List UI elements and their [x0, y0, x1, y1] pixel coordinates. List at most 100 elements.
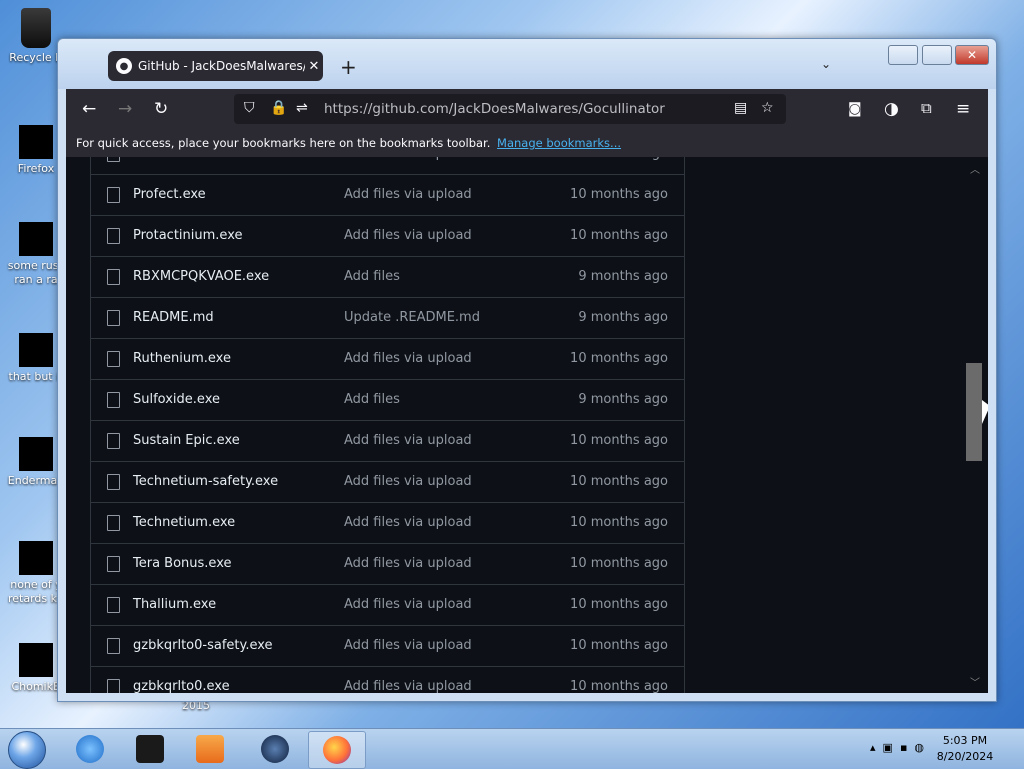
- clock-time: 5:03 PM: [942, 734, 988, 747]
- browser-window: ● GitHub - JackDoesMalwares/Go ✕ + ⌄ ✕ ←…: [57, 38, 997, 702]
- tray-icons[interactable]: ▴ ▣ ▪ ◍: [870, 741, 924, 754]
- file-icon: [107, 392, 120, 408]
- title-bar[interactable]: ● GitHub - JackDoesMalwares/Go ✕ + ⌄ ✕: [58, 39, 996, 89]
- file-row[interactable]: Sustain Epic.exe Add files via upload 10 m…: [91, 421, 684, 462]
- page-content: Monoxidex64.exe Add files via upload 10 mo…: [66, 157, 988, 693]
- account-icon[interactable]: ◑: [884, 99, 899, 119]
- file-row[interactable]: RBXMCPQKVAOE.exe Add files 9 months ago: [91, 257, 684, 298]
- permissions-icon[interactable]: ⇌: [296, 100, 308, 116]
- commit-age: 10 months ago: [570, 433, 668, 448]
- commit-message-link[interactable]: Add files via upload: [344, 556, 472, 571]
- file-name-link[interactable]: Sulfoxide.exe: [133, 392, 220, 407]
- file-name-link[interactable]: Profect.exe: [133, 187, 206, 202]
- file-name-link[interactable]: Technetium-safety.exe: [133, 474, 278, 489]
- file-name-link[interactable]: Thallium.exe: [133, 597, 216, 612]
- file-name-link[interactable]: Protactinium.exe: [133, 228, 243, 243]
- scrollbar-thumb[interactable]: [966, 363, 982, 461]
- taskbar-internet-explorer[interactable]: [62, 731, 118, 767]
- file-icon: [107, 556, 120, 572]
- scroll-up-arrow-icon[interactable]: ︿: [970, 161, 980, 176]
- lock-icon[interactable]: 🔒: [270, 100, 287, 116]
- reader-view-icon[interactable]: ▤: [734, 100, 747, 116]
- media-player-icon: [196, 735, 224, 763]
- commit-message-link[interactable]: Update .README.md: [344, 310, 480, 325]
- taskbar-app-black[interactable]: [122, 731, 178, 767]
- file-name-link[interactable]: Tera Bonus.exe: [133, 556, 232, 571]
- pocket-icon[interactable]: ◙: [848, 101, 862, 117]
- commit-message-link[interactable]: Add files: [344, 392, 400, 407]
- file-icon: [107, 157, 120, 162]
- new-tab-button[interactable]: +: [340, 55, 357, 79]
- file-icon: [107, 351, 120, 367]
- file-icon: [107, 228, 120, 244]
- extensions-icon[interactable]: ⧉: [921, 99, 932, 117]
- close-window-button[interactable]: ✕: [955, 45, 989, 65]
- file-name-link[interactable]: RBXMCPQKVAOE.exe: [133, 269, 269, 284]
- file-row[interactable]: Tera Bonus.exe Add files via upload 10 mon…: [91, 544, 684, 585]
- reload-icon[interactable]: ↻: [154, 99, 168, 119]
- firefox-icon: [323, 736, 351, 764]
- file-row[interactable]: gzbkqrlto0.exe Add files via upload 10 mon…: [91, 667, 684, 693]
- file-list: Monoxidex64.exe Add files via upload 10 mo…: [90, 157, 685, 693]
- firefox-icon: [19, 125, 53, 159]
- taskbar-media-player[interactable]: [182, 731, 238, 767]
- internet-explorer-icon: [76, 735, 104, 763]
- url-text[interactable]: https://github.com/JackDoesMalwares/Gocu…: [324, 101, 665, 117]
- commit-message-link[interactable]: Add files via upload: [344, 157, 472, 161]
- taskbar-globe[interactable]: [247, 731, 303, 767]
- commit-message-link[interactable]: Add files via upload: [344, 351, 472, 366]
- commit-message-link[interactable]: Add files via upload: [344, 433, 472, 448]
- forward-icon[interactable]: →: [118, 99, 132, 119]
- bookmark-star-icon[interactable]: ☆: [761, 100, 774, 116]
- back-icon[interactable]: ←: [82, 99, 96, 119]
- url-bar[interactable]: ⛉ 🔒 ⇌ https://github.com/JackDoesMalware…: [234, 94, 786, 124]
- scroll-down-arrow-icon[interactable]: ﹀: [970, 674, 980, 689]
- file-row[interactable]: Sulfoxide.exe Add files 9 months ago: [91, 380, 684, 421]
- clock[interactable]: 5:03 PM 8/20/2024: [930, 733, 1000, 765]
- menu-icon[interactable]: ≡: [956, 99, 970, 119]
- file-name-link[interactable]: gzbkqrlto0-safety.exe: [133, 638, 273, 653]
- file-name-link[interactable]: Technetium.exe: [133, 515, 235, 530]
- commit-age: 9 months ago: [578, 392, 668, 407]
- commit-message-link[interactable]: Add files via upload: [344, 597, 472, 612]
- list-all-tabs-button[interactable]: ⌄: [821, 57, 831, 71]
- recycle-bin-icon: [21, 8, 51, 48]
- file-row[interactable]: Thallium.exe Add files via upload 10 month…: [91, 585, 684, 626]
- commit-message-link[interactable]: Add files via upload: [344, 515, 472, 530]
- file-name-link[interactable]: Ruthenium.exe: [133, 351, 231, 366]
- file-row[interactable]: Technetium-safety.exe Add files via uploa…: [91, 462, 684, 503]
- commit-message-link[interactable]: Add files via upload: [344, 474, 472, 489]
- file-row[interactable]: Technetium.exe Add files via upload 10 mon…: [91, 503, 684, 544]
- commit-message-link[interactable]: Add files via upload: [344, 679, 472, 693]
- close-tab-icon[interactable]: ✕: [305, 59, 323, 74]
- file-row[interactable]: Ruthenium.exe Add files via upload 10 mont…: [91, 339, 684, 380]
- file-name-link[interactable]: gzbkqrlto0.exe: [133, 679, 230, 693]
- file-row[interactable]: README.md Update .README.md 9 months ago: [91, 298, 684, 339]
- file-name-link[interactable]: Sustain Epic.exe: [133, 433, 240, 448]
- commit-message-link[interactable]: Add files via upload: [344, 187, 472, 202]
- tab-github[interactable]: ● GitHub - JackDoesMalwares/Go ✕: [108, 51, 323, 81]
- file-icon: [107, 474, 120, 490]
- file-row[interactable]: Monoxidex64.exe Add files via upload 10 mo…: [91, 157, 684, 175]
- file-icon: [107, 187, 120, 203]
- maximize-button[interactable]: [922, 45, 952, 65]
- manage-bookmarks-link[interactable]: Manage bookmarks...: [497, 136, 621, 150]
- start-button[interactable]: [8, 731, 46, 769]
- commit-message-link[interactable]: Add files: [344, 269, 400, 284]
- shield-icon[interactable]: ⛉: [244, 100, 255, 116]
- commit-message-link[interactable]: Add files via upload: [344, 638, 472, 653]
- tab-title: GitHub - JackDoesMalwares/Go: [138, 59, 305, 73]
- file-name-link[interactable]: README.md: [133, 310, 214, 325]
- file-row[interactable]: gzbkqrlto0-safety.exe Add files via uploa…: [91, 626, 684, 667]
- commit-message-link[interactable]: Add files via upload: [344, 228, 472, 243]
- commit-age: 9 months ago: [578, 269, 668, 284]
- minimize-button[interactable]: [888, 45, 918, 65]
- file-row[interactable]: Protactinium.exe Add files via upload 10 m…: [91, 216, 684, 257]
- taskbar-firefox[interactable]: [308, 731, 366, 769]
- file-name-link[interactable]: Monoxidex64.exe: [133, 157, 247, 161]
- file-icon: [107, 269, 120, 285]
- globe-icon: [261, 735, 289, 763]
- file-row[interactable]: Profect.exe Add files via upload 10 months…: [91, 175, 684, 216]
- file-icon: [107, 310, 120, 326]
- commit-age: 10 months ago: [570, 515, 668, 530]
